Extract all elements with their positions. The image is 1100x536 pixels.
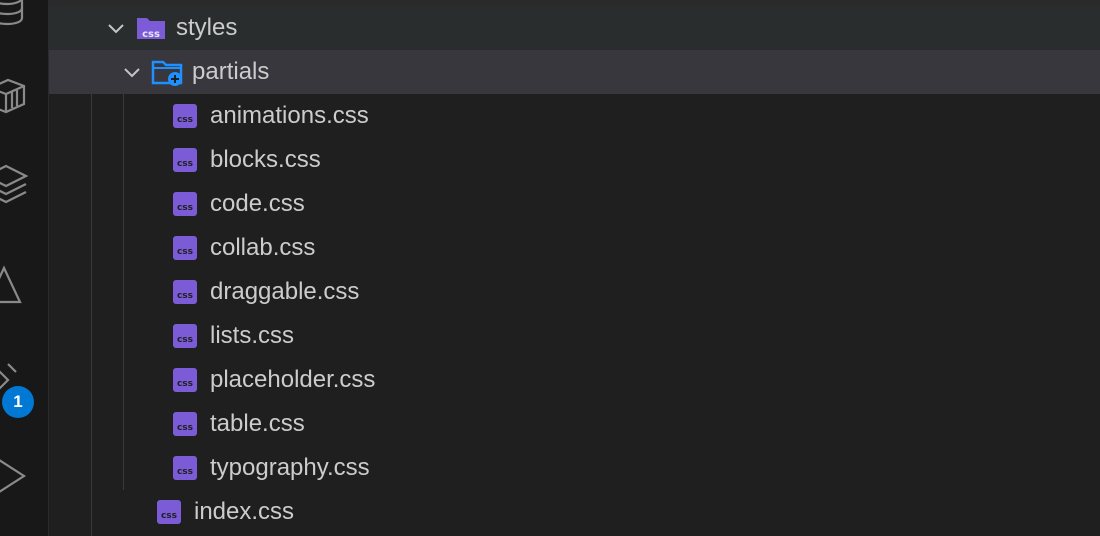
file-label: placeholder.css (210, 366, 376, 393)
css-file-icon: css (169, 188, 201, 220)
file-label: draggable.css (210, 278, 360, 305)
svg-text:css: css (177, 467, 193, 477)
file-label: collab.css (210, 234, 316, 261)
folder-open-icon (151, 56, 183, 88)
tree-file[interactable]: css placeholder.css (49, 358, 1100, 402)
tree-file[interactable]: css typography.css (49, 446, 1100, 490)
file-label: typography.css (210, 454, 370, 481)
file-label: table.css (210, 410, 305, 437)
database-icon[interactable] (0, 0, 32, 38)
svg-text:css: css (177, 203, 193, 213)
css-folder-icon: css (135, 12, 167, 44)
css-file-icon: css (169, 408, 201, 440)
file-label: blocks.css (210, 146, 321, 173)
chevron-down-icon[interactable] (119, 59, 145, 85)
svg-text:css: css (177, 379, 193, 389)
file-explorer: css styles partials css animations.css css… (49, 0, 1100, 536)
file-label: index.css (194, 498, 295, 525)
folder-label: partials (192, 58, 270, 85)
container-icon[interactable] (0, 72, 32, 122)
css-file-icon: css (169, 100, 201, 132)
file-label: code.css (210, 190, 305, 217)
layers-icon[interactable] (0, 160, 32, 210)
notification-badge: 1 (2, 386, 34, 418)
file-label: lists.css (210, 322, 294, 349)
svg-text:css: css (177, 247, 193, 257)
css-file-icon: css (169, 144, 201, 176)
svg-text:css: css (177, 115, 193, 125)
css-file-icon: css (169, 364, 201, 396)
triangle-icon[interactable] (0, 262, 32, 312)
svg-text:css: css (142, 29, 160, 40)
tree-folder-styles[interactable]: css styles (49, 6, 1100, 50)
file-label: animations.css (210, 102, 369, 129)
tree-file[interactable]: css code.css (49, 182, 1100, 226)
tree-file[interactable]: css lists.css (49, 314, 1100, 358)
activity-bar: 1 (0, 0, 49, 536)
tree-file[interactable]: css draggable.css (49, 270, 1100, 314)
folder-label: styles (176, 14, 238, 41)
css-file-icon: css (169, 232, 201, 264)
svg-text:css: css (177, 291, 193, 301)
run-debug-icon[interactable] (0, 450, 32, 500)
svg-text:css: css (177, 423, 193, 433)
svg-text:css: css (177, 335, 193, 345)
svg-text:css: css (177, 159, 193, 169)
tree-file[interactable]: css index.css (49, 490, 1100, 534)
tree-file[interactable]: css table.css (49, 402, 1100, 446)
css-file-icon: css (153, 496, 185, 528)
css-file-icon: css (169, 320, 201, 352)
tree-file[interactable]: css collab.css (49, 226, 1100, 270)
chevron-down-icon[interactable] (103, 15, 129, 41)
tree-folder-partials[interactable]: partials (49, 50, 1100, 94)
css-file-icon: css (169, 452, 201, 484)
tree-file[interactable]: css blocks.css (49, 138, 1100, 182)
tree-file[interactable]: css animations.css (49, 94, 1100, 138)
svg-text:css: css (161, 511, 177, 521)
css-file-icon: css (169, 276, 201, 308)
